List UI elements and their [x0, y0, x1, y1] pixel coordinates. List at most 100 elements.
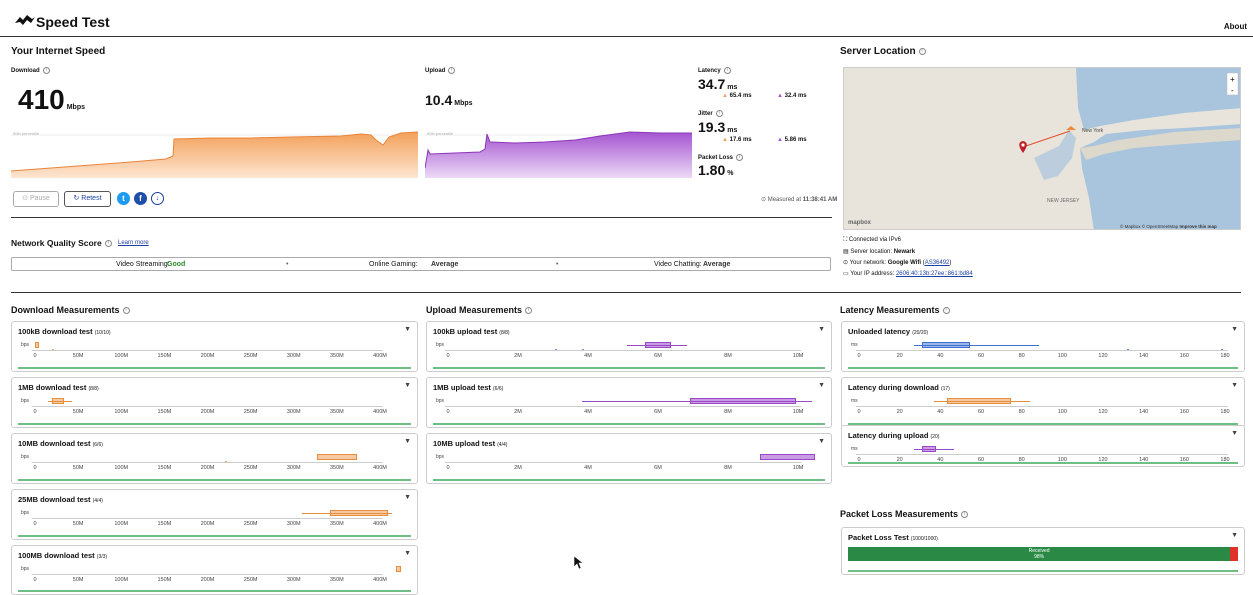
chevron-down-icon[interactable]: ▼	[404, 550, 411, 557]
upload-meas-title: Upload Measurements i	[426, 305, 533, 315]
divider	[11, 292, 1241, 293]
chevron-down-icon[interactable]: ▼	[404, 326, 411, 333]
chatting-value: Average	[703, 261, 731, 268]
info-icon[interactable]: i	[104, 240, 112, 248]
axis-tick-label: 150M	[157, 409, 172, 415]
axis-tick-label: 200M	[200, 521, 215, 527]
received-fill: Received 98%	[848, 547, 1231, 561]
download-test-card[interactable]: 1MB download test (8/8) ▼ bps 0 50M 100M 15…	[11, 377, 418, 428]
axis-tick-label: 50M	[72, 521, 84, 527]
gaming-value: Average	[431, 261, 459, 268]
axis-unit: ms	[851, 446, 858, 452]
your-ip: ▭ Your IP address: 2606:40:13b:27ee::861…	[843, 271, 973, 277]
axis-line	[445, 350, 801, 351]
axis-tick-label: 60	[977, 409, 985, 415]
info-icon[interactable]: i	[525, 307, 533, 315]
learn-more-link[interactable]: Learn more	[118, 240, 149, 246]
chevron-down-icon[interactable]: ▼	[404, 494, 411, 501]
axis-tick-label: 8M	[724, 353, 732, 359]
ip-link[interactable]: 2606:40:13b:27ee::861:bd84	[896, 271, 973, 277]
packet-loss-card[interactable]: Packet Loss Test (1000/1000) ▼ Received 9…	[841, 527, 1245, 575]
axis-tick-label: 200M	[200, 465, 215, 471]
axis-tick-label: 150M	[157, 353, 172, 359]
info-icon[interactable]: i	[715, 110, 723, 117]
latency-test-card[interactable]: Unloaded latency (20/20) ▼ ms 0 20 40 60 80 1…	[841, 321, 1245, 372]
download-test-card[interactable]: 100MB download test (3/3) ▼ bps 0 50M 100M…	[11, 545, 418, 595]
axis-unit: ms	[851, 398, 858, 404]
progress-line	[18, 479, 411, 481]
latency-test-card[interactable]: Latency during upload (20) ▼ ms 0 20 40 60 8…	[841, 425, 1245, 467]
axis-unit: bps	[21, 454, 30, 460]
chevron-down-icon[interactable]: ▼	[404, 438, 411, 445]
test-title: 25MB download test (4/4)	[18, 495, 103, 504]
chevron-down-icon[interactable]: ▼	[404, 382, 411, 389]
chevron-down-icon[interactable]: ▼	[1231, 532, 1238, 539]
info-icon[interactable]: i	[723, 67, 731, 74]
map-state-label: NEW JERSEY	[1047, 198, 1080, 204]
axis-tick-label: 80	[1018, 409, 1025, 415]
latency-test-card[interactable]: Latency during download (17) ▼ ms 0 20 40 6…	[841, 377, 1245, 428]
map-attribution[interactable]: © Mapbox © OpenStreetMap Improve this ma…	[1120, 224, 1217, 229]
test-title: 10MB download test (6/6)	[18, 439, 103, 448]
download-test-card[interactable]: 25MB download test (4/4) ▼ bps 0 50M 100M 1…	[11, 489, 418, 540]
download-test-card[interactable]: 100kB download test (10/10) ▼ bps 0 50M 10…	[11, 321, 418, 372]
svg-text:-: -	[1231, 86, 1234, 95]
server-map[interactable]: + - New York NEW JERSEY mapbox © Mapbox …	[843, 67, 1241, 230]
chevron-down-icon[interactable]: ▼	[818, 326, 825, 333]
pause-button[interactable]: ⊙ Pause	[13, 191, 59, 207]
info-icon[interactable]: i	[961, 511, 969, 519]
axis-tick-label: 60	[977, 353, 985, 359]
chevron-down-icon[interactable]: ▼	[818, 438, 825, 445]
chevron-down-icon[interactable]: ▼	[1231, 430, 1238, 437]
info-icon[interactable]: i	[942, 307, 950, 315]
about-link[interactable]: About	[1224, 22, 1247, 31]
chevron-down-icon[interactable]: ▼	[1231, 382, 1238, 389]
axis-tick-label: 0	[446, 353, 450, 359]
latency-meas-title: Latency Measurements i	[840, 305, 950, 315]
info-icon[interactable]: i	[736, 154, 744, 161]
axis-tick-label: 350M	[329, 465, 344, 471]
test-title: 1MB upload test (6/6)	[433, 383, 504, 392]
axis-tick-label: 100M	[114, 409, 129, 415]
twitter-icon[interactable]: t	[117, 192, 130, 205]
info-icon[interactable]: i	[122, 307, 130, 315]
retest-button[interactable]: ↻ Retest	[64, 191, 111, 207]
info-icon[interactable]: i	[918, 47, 926, 55]
axis-tick-label: 350M	[329, 521, 344, 527]
info-icon[interactable]: i	[448, 67, 456, 74]
download-results-icon[interactable]: ↓	[151, 192, 164, 205]
box-plot	[396, 566, 401, 572]
axis-tick-label: 350M	[329, 353, 344, 359]
facebook-icon[interactable]: f	[134, 192, 147, 205]
chevron-down-icon[interactable]: ▼	[1231, 326, 1238, 333]
axis-unit: ms	[851, 342, 858, 348]
upload-test-card[interactable]: 1MB upload test (6/6) ▼ bps 0 2M 4M 6M 8M 10M	[426, 377, 832, 428]
info-icon[interactable]: i	[42, 67, 50, 74]
axis-tick-label: 150M	[157, 577, 172, 583]
axis-line	[445, 462, 801, 463]
axis-tick-label: 10M	[792, 465, 804, 471]
axis-line	[856, 406, 1228, 407]
axis-tick-label: 10M	[792, 353, 804, 359]
chevron-down-icon[interactable]: ▼	[818, 382, 825, 389]
whisker	[934, 401, 1030, 402]
download-label: Download i	[11, 67, 50, 74]
test-title: 10MB upload test (4/4)	[433, 439, 508, 448]
progress-line	[18, 590, 411, 592]
download-value: 410 Mbps	[18, 84, 85, 115]
axis-tick-label: 300M	[286, 409, 301, 415]
axis-tick-label: 2M	[514, 409, 522, 415]
your-network: ⊙ Your network: Google Wifi (AS36492)	[843, 260, 952, 266]
box-plot	[760, 454, 815, 460]
download-test-card[interactable]: 10MB download test (6/6) ▼ bps 0 50M 100M 1…	[11, 433, 418, 484]
axis-tick-label: 200M	[200, 577, 215, 583]
streaming-label: Video Streaming:	[116, 261, 170, 268]
asn-link[interactable]: AS36492	[925, 260, 950, 266]
axis-line	[32, 462, 383, 463]
upload-test-card[interactable]: 10MB upload test (4/4) ▼ bps 0 2M 4M 6M 8M 10…	[426, 433, 832, 484]
axis-tick-label: 120	[1098, 409, 1108, 415]
axis-tick-label: 20	[896, 409, 903, 415]
test-title: Latency during upload (20)	[848, 431, 940, 440]
axis-tick-label: 2M	[514, 353, 522, 359]
upload-test-card[interactable]: 100kB upload test (8/8) ▼ bps 0 2M 4M 6M 8M 1…	[426, 321, 832, 372]
